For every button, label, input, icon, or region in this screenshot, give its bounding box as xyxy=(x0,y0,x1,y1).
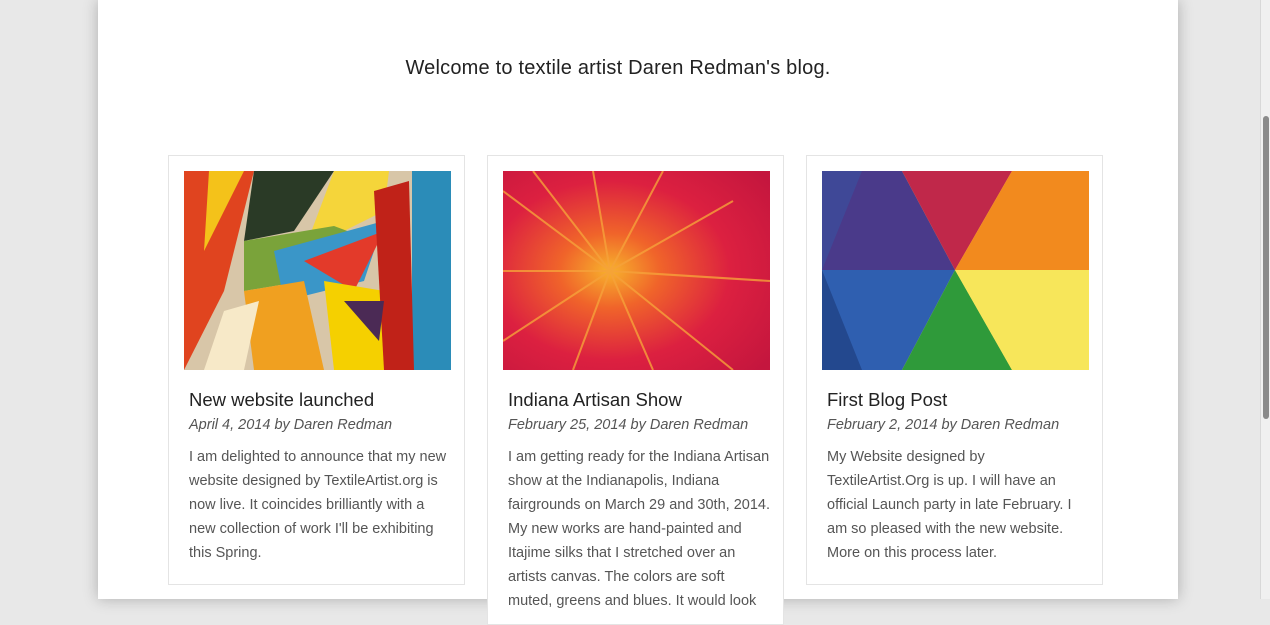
vertical-scrollbar[interactable] xyxy=(1260,0,1270,599)
post-excerpt: I am getting ready for the Indiana Artis… xyxy=(508,449,770,609)
post-excerpt: My Website designed by TextileArtist.Org… xyxy=(827,449,1072,561)
post-meta: February 25, 2014 by Daren Redman xyxy=(508,417,749,433)
post-title[interactable]: First Blog Post xyxy=(827,389,947,411)
page-content: Welcome to textile artist Daren Redman's… xyxy=(98,0,1178,625)
welcome-heading: Welcome to textile artist Daren Redman's… xyxy=(405,57,831,79)
scrollbar-thumb[interactable] xyxy=(1263,116,1269,419)
post-title[interactable]: New website launched xyxy=(189,389,374,411)
post-meta: April 4, 2014 by Daren Redman xyxy=(189,417,393,433)
post-image-color-wheel[interactable] xyxy=(822,171,1089,370)
post-meta: February 2, 2014 by Daren Redman xyxy=(827,417,1060,433)
post-card: Indiana Artisan Show February 25, 2014 b… xyxy=(487,155,784,625)
post-card: First Blog Post February 2, 2014 by Dare… xyxy=(806,155,1103,585)
post-title[interactable]: Indiana Artisan Show xyxy=(508,389,682,411)
post-image-abstract-textile[interactable] xyxy=(184,171,451,370)
post-excerpt: I am delighted to announce that my new w… xyxy=(189,449,447,561)
post-image-red-starburst[interactable] xyxy=(503,171,770,370)
post-card: New website launched April 4, 2014 by Da… xyxy=(168,155,465,585)
